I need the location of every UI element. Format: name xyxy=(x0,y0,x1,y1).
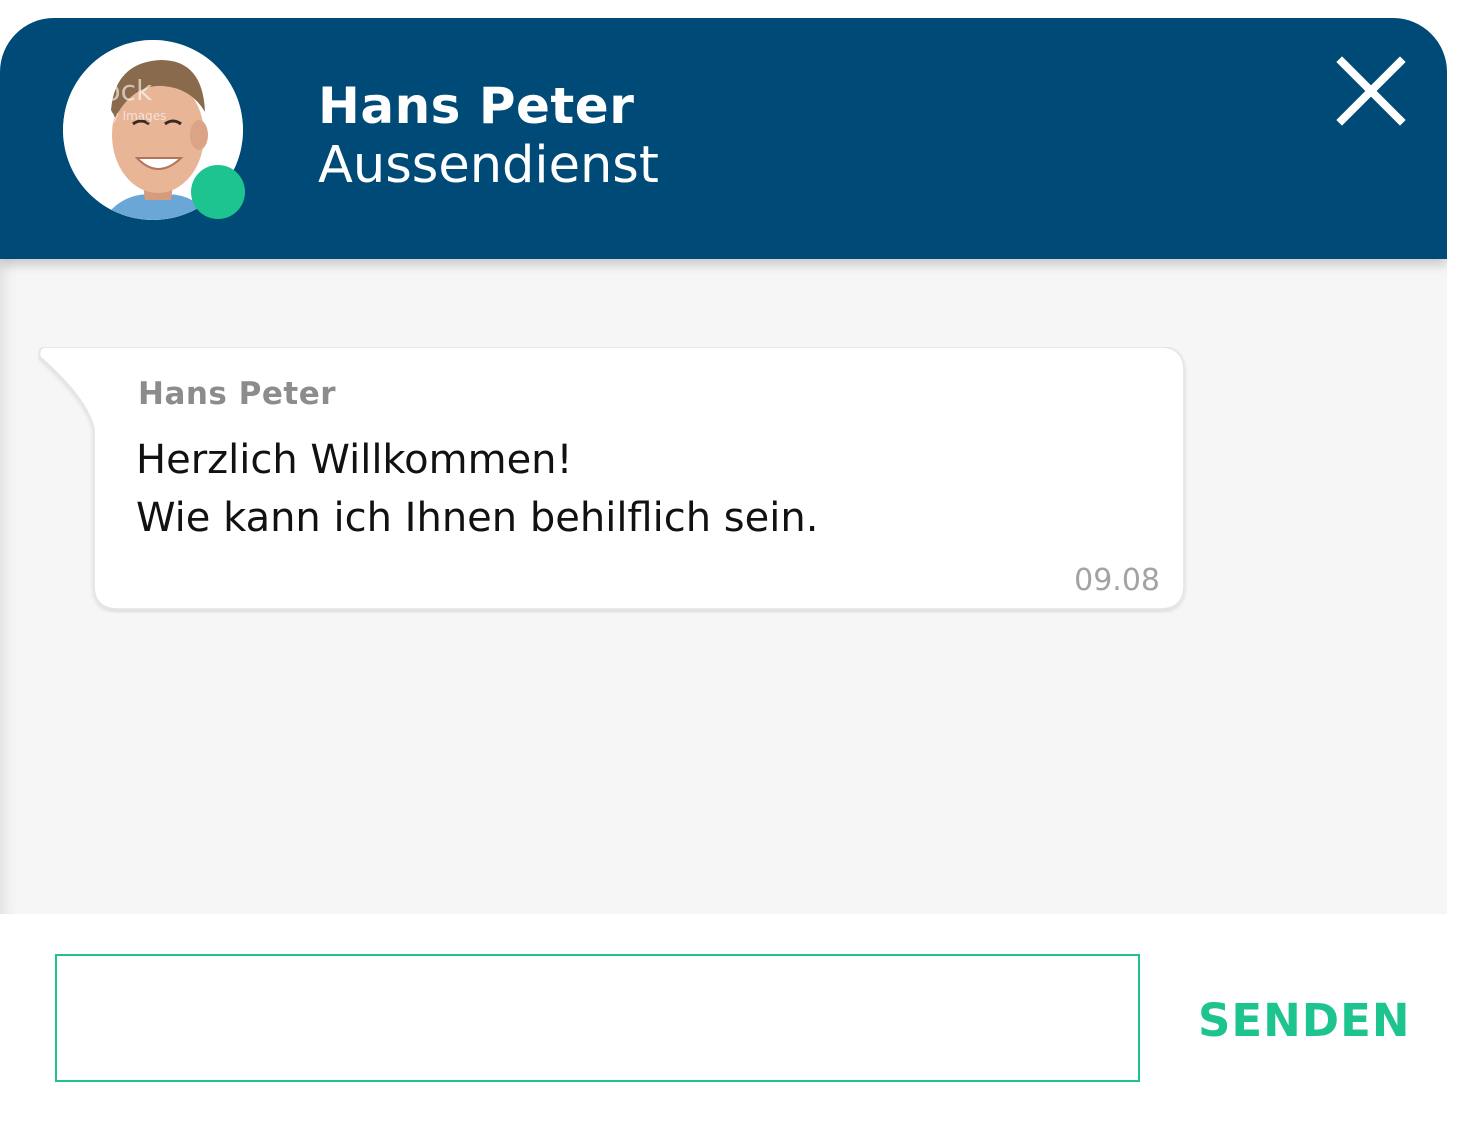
message-text-line: Wie kann ich Ihnen behilflich sein. xyxy=(136,495,819,541)
contact-role: Aussendienst xyxy=(318,136,659,195)
chat-window: iStock by Getty Images Hans Peter Aussen… xyxy=(0,18,1447,914)
message-text-line: Herzlich Willkommen! xyxy=(136,437,573,483)
close-button[interactable] xyxy=(1336,56,1406,126)
message-bubble: Hans Peter Herzlich Willkommen! Wie kann… xyxy=(38,347,1188,613)
message-timestamp: 09.08 xyxy=(1074,563,1160,598)
online-status-dot xyxy=(191,165,245,219)
send-button[interactable]: SENDEN xyxy=(1198,990,1411,1052)
close-icon xyxy=(1336,56,1406,126)
message-input[interactable] xyxy=(55,954,1140,1082)
svg-text:iStock: iStock xyxy=(67,74,153,107)
chat-header: iStock by Getty Images Hans Peter Aussen… xyxy=(0,18,1447,259)
svg-text:by Getty Images: by Getty Images xyxy=(67,109,166,123)
contact-name: Hans Peter xyxy=(318,77,635,135)
message-sender: Hans Peter xyxy=(138,376,337,412)
